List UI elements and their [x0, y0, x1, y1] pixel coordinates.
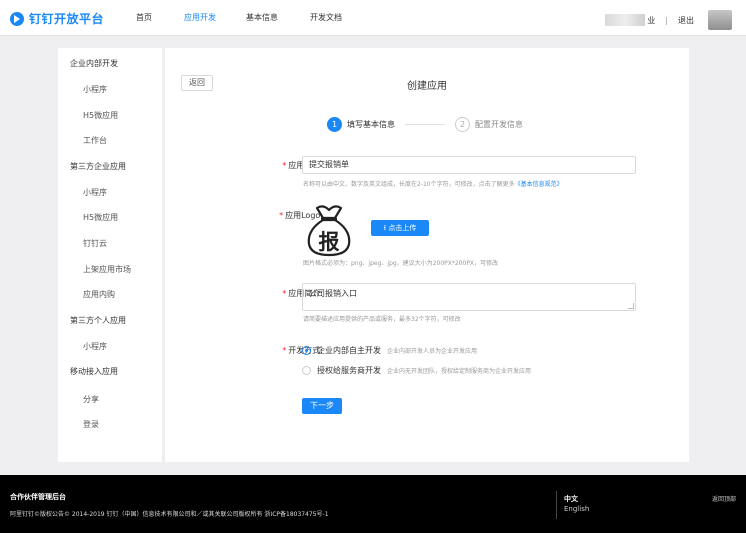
sidebar-section-third-party-enterprise[interactable]: 第三方企业应用 [70, 161, 126, 172]
radio-internal[interactable] [302, 346, 311, 355]
upload-button-label: 点击上传 [388, 224, 417, 232]
avatar[interactable] [708, 10, 732, 30]
user-name-suffix[interactable]: 业 [647, 15, 655, 26]
sidebar: 企业内部开发 小程序 H5微应用 工作台 第三方企业应用 小程序 H5微应用 钉… [58, 48, 162, 462]
required-mark: * [279, 211, 284, 220]
footer-copyright: 阿里钉钉©版权公告© 2014-2019 钉钉（中国）信息技术有限公司和／或其关… [10, 511, 329, 518]
sidebar-item-3p-miniapp[interactable]: 小程序 [83, 187, 107, 198]
radio-vendor[interactable] [302, 366, 311, 375]
back-to-top-link[interactable]: 返回顶部 [712, 494, 736, 503]
step-2-label: 配置开发信息 [475, 120, 523, 129]
resize-handle[interactable] [628, 303, 634, 309]
sidebar-section-mobile[interactable]: 移动接入应用 [70, 366, 118, 377]
dev-option-internal-label[interactable]: 企业内部自主开发 [317, 345, 381, 356]
app-desc-textarea[interactable]: 公司报销入口 [302, 283, 636, 311]
sidebar-item-share[interactable]: 分享 [83, 394, 99, 405]
sidebar-section-internal[interactable]: 企业内部开发 [70, 58, 118, 69]
sidebar-item-internal-h5[interactable]: H5微应用 [83, 110, 118, 121]
header-separator: | [665, 15, 668, 25]
lang-english[interactable]: English [564, 505, 589, 513]
app-logo-hint: 图片格式必须为：png、jpeg、jpg，建议大小为200PX*200PX，可修… [303, 260, 499, 267]
upload-button[interactable]: ⭱ 点击上传 [371, 220, 429, 236]
user-name-redacted [605, 14, 646, 26]
sidebar-item-internal-miniapp[interactable]: 小程序 [83, 84, 107, 95]
nav-dev-docs[interactable]: 开发文档 [310, 0, 350, 36]
top-header: 钉钉开放平台 首页 应用开发 基本信息 开发文档 业 | 退出 [0, 0, 746, 36]
footer-title: 合作伙伴管理后台 [10, 493, 66, 501]
step-indicator: 1 填写基本信息 2 配置开发信息 [327, 117, 523, 132]
page-title: 创建应用 [407, 81, 447, 92]
app-name-hint: 名称可以由中文、数字及英文组成，长度在2-10个字符，可修改，点击了解更多《基本… [303, 179, 563, 188]
next-step-button[interactable]: 下一步 [302, 398, 342, 414]
app-name-input[interactable]: 提交报销单 [302, 156, 636, 174]
required-mark: * [282, 161, 287, 170]
user-area: 业 | 退出 [605, 10, 732, 30]
money-bag-icon: 报 [307, 205, 351, 257]
required-mark: * [282, 346, 287, 355]
basic-info-spec-link[interactable]: 《基本信息规范》 [515, 181, 563, 188]
dev-option-vendor-label[interactable]: 授权给服务商开发 [317, 365, 381, 376]
nav-basic-info[interactable]: 基本信息 [246, 0, 286, 36]
dev-option-internal-desc: 企业内部开发人员为企业开发应用 [387, 348, 478, 355]
footer: 合作伙伴管理后台 阿里钉钉©版权公告© 2014-2019 钉钉（中国）信息技术… [0, 475, 746, 533]
sidebar-item-workbench[interactable]: 工作台 [83, 135, 107, 146]
brand-title: 钉钉开放平台 [29, 12, 105, 26]
dev-option-vendor[interactable]: 授权给服务商开发 企业内无开发团队，授权给定制服务商为企业开发应用 [302, 365, 531, 376]
dingtalk-logo-icon [10, 11, 24, 26]
main-panel: 返回 创建应用 1 填写基本信息 2 配置开发信息 *应用名称: 提交报销单 名… [165, 48, 689, 462]
app-desc-hint: 请简要描述应用提供的产品或服务，最多32个字符，可修改 [303, 316, 461, 323]
footer-divider [556, 491, 557, 519]
required-mark: * [282, 289, 287, 298]
sidebar-item-3p-h5[interactable]: H5微应用 [83, 212, 118, 223]
dev-option-vendor-desc: 企业内无开发团队，授权给定制服务商为企业开发应用 [387, 368, 532, 375]
step-1-number: 1 [327, 117, 342, 132]
step-2-number: 2 [455, 117, 470, 132]
step-1-label: 填写基本信息 [347, 120, 395, 129]
app-name-hint-text: 名称可以由中文、数字及英文组成，长度在2-10个字符，可修改，点击了解更多 [303, 181, 515, 188]
app-desc-value: 公司报销入口 [309, 289, 357, 298]
sidebar-item-dingtalk-cloud[interactable]: 钉钉云 [83, 238, 107, 249]
lang-chinese[interactable]: 中文 [564, 494, 578, 504]
sidebar-item-personal-miniapp[interactable]: 小程序 [83, 341, 107, 352]
sidebar-item-app-market[interactable]: 上架应用市场 [83, 264, 131, 275]
dev-option-internal[interactable]: 企业内部自主开发 企业内部开发人员为企业开发应用 [302, 345, 477, 356]
sidebar-item-login[interactable]: 登录 [83, 419, 99, 430]
brand-logo[interactable]: 钉钉开放平台 [10, 10, 104, 27]
sidebar-item-in-app-purchase[interactable]: 应用内购 [83, 289, 115, 300]
sidebar-section-third-party-personal[interactable]: 第三方个人应用 [70, 315, 126, 326]
logout-link[interactable]: 退出 [678, 15, 694, 26]
nav-app-dev[interactable]: 应用开发 [184, 0, 224, 36]
logo-char: 报 [319, 230, 340, 254]
step-connector [405, 124, 445, 125]
nav-home[interactable]: 首页 [136, 0, 166, 36]
